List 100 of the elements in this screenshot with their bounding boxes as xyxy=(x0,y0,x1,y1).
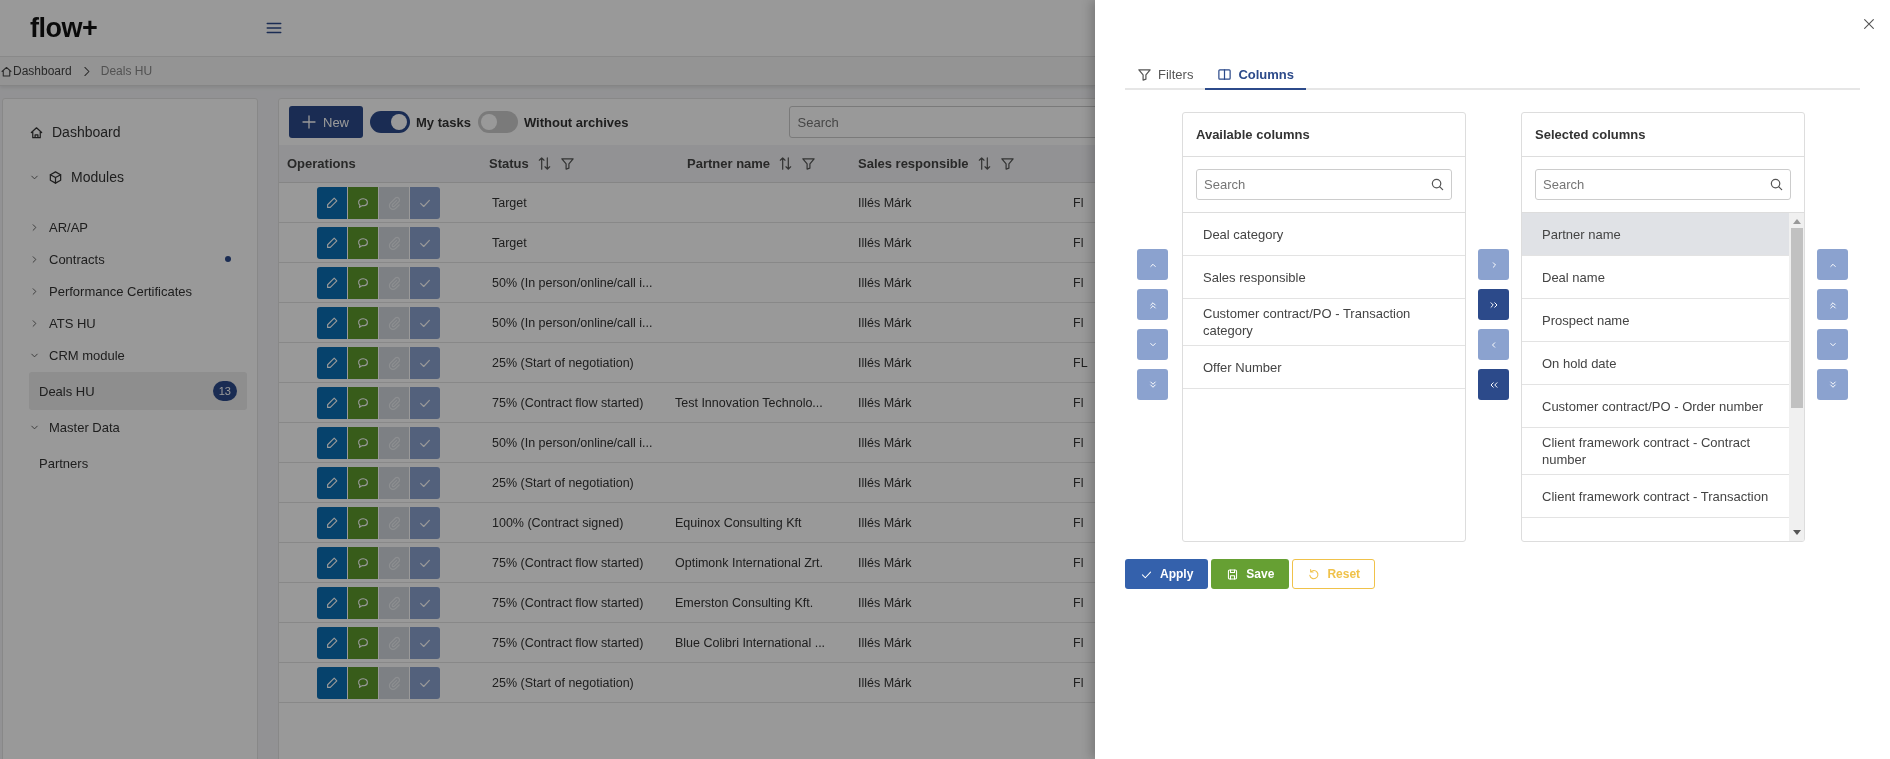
column-list-item[interactable]: Partner name xyxy=(1522,213,1789,256)
action-button[interactable] xyxy=(317,586,347,619)
action-button[interactable] xyxy=(348,186,378,219)
move-button[interactable] xyxy=(1478,369,1509,400)
action-button[interactable] xyxy=(348,546,378,579)
action-button[interactable] xyxy=(317,506,347,539)
sidebar-item[interactable]: Performance Certificates xyxy=(49,283,249,299)
panel-title: Selected columns xyxy=(1522,113,1804,157)
save-button[interactable]: Save xyxy=(1211,559,1290,589)
action-button[interactable] xyxy=(348,266,378,299)
table-cell: 25% (Start of negotiation) xyxy=(492,475,634,490)
search-icon xyxy=(1769,177,1784,192)
toggle-switch[interactable] xyxy=(477,111,518,133)
action-button[interactable] xyxy=(317,666,347,699)
action-button[interactable] xyxy=(410,186,440,219)
table-cell: Fl xyxy=(1073,395,1084,410)
apply-button[interactable]: Apply xyxy=(1125,559,1209,589)
logo[interactable]: flow+ xyxy=(30,12,98,44)
search-field[interactable]: Search xyxy=(788,106,1095,138)
action-button[interactable] xyxy=(410,466,440,499)
sidebar-item[interactable]: CRM module xyxy=(49,347,249,363)
home-icon xyxy=(29,124,44,140)
move-button[interactable] xyxy=(1478,289,1509,320)
sidebar-item[interactable]: Modules xyxy=(71,169,124,185)
action-button[interactable] xyxy=(317,186,347,219)
search-field[interactable]: Search xyxy=(1196,169,1452,200)
close-button[interactable] xyxy=(1862,17,1876,31)
action-button[interactable] xyxy=(317,626,347,659)
scrollbar[interactable] xyxy=(1789,213,1804,541)
sidebar-item[interactable]: Deals HU 13 xyxy=(29,372,247,410)
speech-bubbles-icon xyxy=(356,395,370,410)
column-header[interactable]: Operations xyxy=(287,156,356,171)
speech-bubbles-icon xyxy=(356,595,370,610)
column-header[interactable]: Partner name xyxy=(687,156,771,171)
action-button[interactable] xyxy=(410,386,440,419)
action-button[interactable] xyxy=(317,426,347,459)
table-cell: 50% (In person/online/call i... xyxy=(492,315,653,330)
search-field[interactable]: Search xyxy=(1535,169,1791,200)
table-cell: Target xyxy=(492,195,527,210)
action-button[interactable] xyxy=(410,666,440,699)
filter-icon xyxy=(1137,66,1152,82)
tab[interactable]: Columns xyxy=(1205,60,1306,90)
column-header[interactable]: Status xyxy=(489,156,529,171)
action-button[interactable] xyxy=(410,306,440,339)
action-button[interactable] xyxy=(348,466,378,499)
sidebar-item[interactable]: Dashboard xyxy=(52,124,121,140)
table-cell: Test Innovation Technolo... xyxy=(675,395,823,410)
action-button[interactable] xyxy=(410,586,440,619)
breadcrumb-link[interactable]: Dashboard xyxy=(13,64,72,78)
action-button[interactable] xyxy=(410,546,440,579)
action-button[interactable] xyxy=(348,626,378,659)
action-button[interactable] xyxy=(410,266,440,299)
action-button[interactable] xyxy=(317,346,347,379)
speech-bubbles-icon xyxy=(356,635,370,650)
column-list-item[interactable]: Sales responsible xyxy=(1183,256,1465,299)
table-cell: 50% (In person/online/call i... xyxy=(492,435,653,450)
column-header[interactable]: Sales responsible xyxy=(858,156,969,171)
sidebar-item[interactable]: Partners xyxy=(29,444,247,482)
action-button[interactable] xyxy=(348,506,378,539)
table-cell: 50% (In person/online/call i... xyxy=(492,275,653,290)
table-cell: Fl xyxy=(1073,435,1084,450)
column-list-item[interactable]: Offer Number xyxy=(1183,346,1465,389)
action-button[interactable] xyxy=(410,346,440,379)
scroll-up-arrow-icon[interactable] xyxy=(1792,218,1801,224)
action-button[interactable] xyxy=(317,466,347,499)
action-button[interactable] xyxy=(348,386,378,419)
sidebar-item[interactable]: Contracts xyxy=(49,251,216,267)
action-button[interactable] xyxy=(317,386,347,419)
sidebar-item[interactable]: AR/AP xyxy=(49,219,249,235)
action-button[interactable] xyxy=(410,506,440,539)
action-button[interactable] xyxy=(348,346,378,379)
scroll-down-arrow-icon[interactable] xyxy=(1792,530,1801,536)
action-button[interactable] xyxy=(348,426,378,459)
column-list-item[interactable]: Customer contract/PO - Transaction category xyxy=(1183,299,1465,346)
tab[interactable]: Filters xyxy=(1125,60,1206,90)
action-button[interactable] xyxy=(317,266,347,299)
new-button[interactable]: New xyxy=(289,106,363,138)
action-button[interactable] xyxy=(348,586,378,619)
pencil-icon xyxy=(325,515,339,530)
sidebar-item[interactable]: ATS HU xyxy=(49,315,249,331)
sidebar-item[interactable]: Master Data xyxy=(49,419,249,435)
action-button[interactable] xyxy=(348,306,378,339)
table-cell: 75% (Contract flow started) xyxy=(492,635,644,650)
table-cell: FL xyxy=(1073,355,1088,370)
column-list-item[interactable]: Deal category xyxy=(1183,213,1465,256)
toggle-switch[interactable] xyxy=(370,111,410,133)
action-button[interactable] xyxy=(410,626,440,659)
table-cell: Illés Márk xyxy=(858,555,912,570)
action-button[interactable] xyxy=(410,226,440,259)
action-button[interactable] xyxy=(348,226,378,259)
action-button[interactable] xyxy=(317,306,347,339)
action-button[interactable] xyxy=(348,666,378,699)
action-button[interactable] xyxy=(317,226,347,259)
action-button[interactable] xyxy=(410,426,440,459)
action-button[interactable] xyxy=(317,546,347,579)
table-cell: Equinox Consulting Kft xyxy=(675,515,802,530)
toggle-label: Without archives xyxy=(523,114,629,130)
table-cell: Fl xyxy=(1073,675,1084,690)
table-cell: 25% (Start of negotiation) xyxy=(492,355,634,370)
table-cell: Illés Márk xyxy=(858,635,912,650)
